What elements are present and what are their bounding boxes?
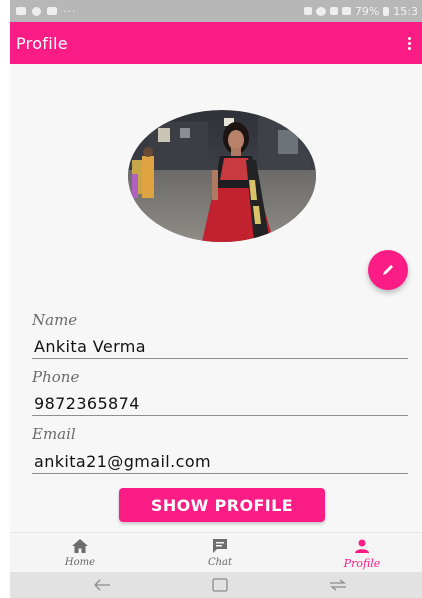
back-arrow-icon — [94, 579, 110, 591]
email-label: Email — [32, 425, 76, 443]
recents-button[interactable] — [328, 576, 348, 594]
app-screen: ··· 79% 15:3 Profile Name Ankita Verma P… — [10, 0, 422, 598]
nav-item-profile[interactable]: Profile — [322, 537, 402, 571]
name-label: Name — [32, 311, 78, 329]
home-system-button[interactable] — [210, 576, 230, 594]
nav-label-chat: Chat — [207, 557, 233, 568]
battery-icon — [383, 6, 390, 16]
app-bar: Profile — [10, 22, 422, 64]
battery-percent: 79% — [354, 4, 380, 18]
show-profile-button[interactable]: SHOW PROFILE — [119, 488, 325, 522]
system-navigation-bar — [10, 572, 422, 598]
email-underline — [32, 473, 408, 474]
square-icon — [212, 578, 228, 592]
nav-item-chat[interactable]: Chat — [180, 537, 260, 571]
signal-icon — [341, 7, 351, 15]
back-button[interactable] — [92, 576, 112, 594]
name-underline — [32, 358, 408, 359]
message-icon — [16, 7, 26, 15]
wifi-icon — [315, 6, 326, 16]
more-notifications-icon: ··· — [63, 4, 77, 18]
sim-icon — [329, 7, 338, 15]
gallery-icon — [47, 7, 57, 15]
status-bar: ··· 79% 15:3 — [10, 0, 422, 22]
nav-item-home[interactable]: Home — [40, 537, 120, 571]
chat-icon — [213, 539, 227, 553]
profile-photo — [128, 110, 316, 242]
mute-icon — [303, 7, 312, 15]
more-vert-icon[interactable] — [402, 33, 416, 53]
phone-field[interactable]: 9872365874 — [34, 394, 140, 413]
page-title: Profile — [16, 33, 68, 53]
bottom-navigation: Home Chat Profile — [10, 532, 422, 572]
profile-avatar[interactable] — [128, 110, 316, 242]
home-icon — [72, 539, 88, 553]
nav-label-profile: Profile — [343, 557, 381, 570]
edit-profile-button[interactable] — [368, 250, 408, 290]
pencil-icon — [383, 265, 393, 275]
person-icon — [355, 539, 369, 553]
phone-underline — [32, 415, 408, 416]
email-field[interactable]: ankita21@gmail.com — [34, 452, 211, 471]
phone-label: Phone — [32, 368, 80, 386]
status-notifications: ··· — [10, 5, 77, 18]
recents-icon — [330, 579, 346, 591]
whatsapp-icon — [32, 6, 41, 16]
clock: 15:3 — [393, 4, 418, 18]
name-field[interactable]: Ankita Verma — [34, 337, 146, 356]
nav-label-home: Home — [64, 557, 96, 568]
status-system: 79% 15:3 — [303, 0, 418, 22]
